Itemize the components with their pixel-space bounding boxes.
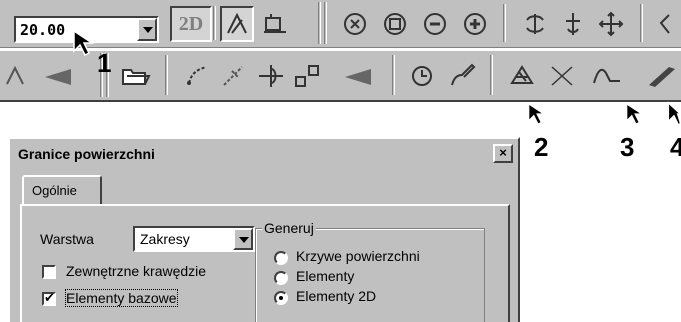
callout-number: 4 [670,132,681,162]
offset-rectangle-icon[interactable] [290,58,324,94]
toolbar-separator [392,55,395,95]
top-toolbar: 20.00 2D [0,0,681,48]
pointer-cursor-icon [666,101,681,127]
intersect-tool-icon[interactable] [254,58,288,94]
layer-settings-icon[interactable] [258,6,292,42]
rotate-view-icon[interactable] [518,6,552,42]
base-elements-label: Elementy bazowe [65,289,178,307]
pointer-cursor-icon [527,101,549,127]
toolbar-separator [640,4,643,42]
radio-surface-curves[interactable] [274,251,288,265]
orbit-view-icon[interactable] [556,6,590,42]
point-tool-icon[interactable] [0,58,30,94]
chevron-down-icon[interactable] [233,228,253,250]
value-combobox-text: 20.00 [20,21,66,39]
tab-label: Ogólnie [32,183,77,198]
toolbar-separator [213,6,216,40]
toolbar-separator [165,55,168,95]
outer-edges-checkbox[interactable] [42,265,56,279]
dialog-title: Granice powierzchni [18,146,155,162]
zoom-all-icon[interactable] [338,6,372,42]
tab-general[interactable]: Ogólnie [22,175,102,205]
outer-edges-label: Zewnętrzne krawędzie [66,263,207,279]
radio-surface-curves-label: Krzywe powierzchni [296,248,420,264]
pointer-cursor-icon [72,29,98,57]
radio-elements-label: Elementy [296,268,355,284]
view-2d-button[interactable]: 2D [170,6,212,42]
layer-select[interactable]: Zakresy [133,226,255,252]
dialog-titlebar: Granice powierzchni × [12,141,516,167]
angle-snap-icon[interactable] [220,6,254,42]
curve-segment-icon[interactable] [590,58,624,94]
pen-tool-icon[interactable] [445,58,479,94]
layer-select-value: Zakresy [140,231,190,247]
radio-elements[interactable] [274,271,288,285]
toolbar-separator [318,2,321,44]
generate-groupbox: Generuj [255,220,485,322]
radio-elements-2d-label: Elementy 2D [296,288,377,304]
trim-curve-icon[interactable] [216,58,250,94]
zoom-in-icon[interactable] [458,6,492,42]
layer-label: Warstwa [40,231,94,247]
curve-points-icon[interactable] [180,58,214,94]
callout-number: 3 [620,132,635,162]
zoom-window-icon[interactable] [378,6,412,42]
clock-icon[interactable] [405,58,439,94]
pan-view-icon[interactable] [594,6,628,42]
surface-boundary-icon[interactable] [505,58,539,94]
close-icon[interactable]: × [493,144,513,163]
toolbar-separator [503,4,506,42]
cross-lines-icon[interactable] [545,58,579,94]
toolbar-separator [324,2,327,44]
zoom-out-icon[interactable] [418,6,452,42]
pencil-tool-icon[interactable] [640,58,681,94]
callout-number: 2 [534,132,549,162]
render-view-icon[interactable] [652,6,681,42]
callout-number: 1 [97,48,112,78]
base-elements-checkbox[interactable] [42,290,56,306]
pointer-cursor-icon [625,101,647,127]
toolbar-separator [490,55,493,95]
surface-wedge-icon[interactable] [336,58,380,94]
open-folder-icon[interactable] [118,58,154,94]
generate-label: Generuj [262,220,316,236]
radio-elements-2d[interactable] [274,291,288,305]
chevron-down-icon[interactable] [137,18,157,41]
surface-fill-icon[interactable] [36,58,80,94]
